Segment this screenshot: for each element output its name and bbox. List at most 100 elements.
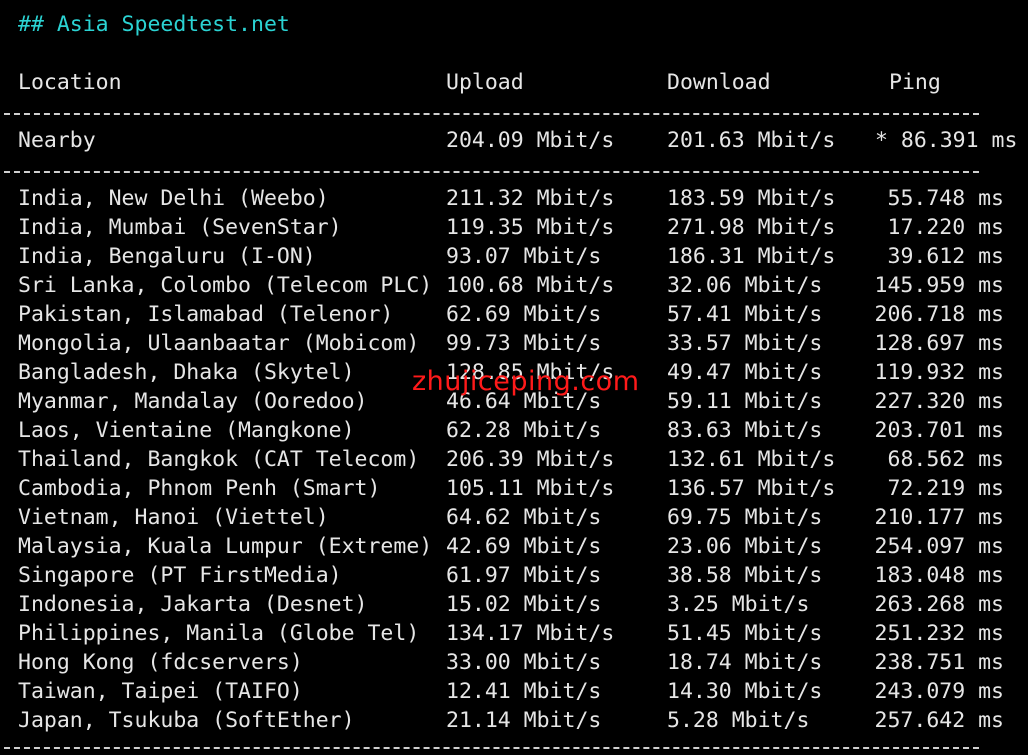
row-download: 183.59 Mbit/s xyxy=(667,186,836,211)
row-download: 23.06 Mbit/s xyxy=(667,534,823,559)
row-ping: 243.079 ms xyxy=(874,679,1004,704)
row-download: 186.31 Mbit/s xyxy=(667,244,836,269)
row-upload: 64.62 Mbit/s xyxy=(446,505,602,530)
row-location: Hong Kong (fdcservers) xyxy=(18,650,303,675)
row-ping: 55.748 ms xyxy=(887,186,1005,211)
column-header-location: Location xyxy=(18,70,122,95)
row-upload: 33.00 Mbit/s xyxy=(446,650,602,675)
row-upload: 134.17 Mbit/s xyxy=(446,621,615,646)
column-header-upload: Upload xyxy=(446,70,524,95)
nearby-location: Nearby xyxy=(18,128,96,153)
row-upload: 42.69 Mbit/s xyxy=(446,534,602,559)
row-location: Pakistan, Islamabad (Telenor) xyxy=(18,302,394,327)
table-row: Indonesia, Jakarta (Desnet) 15.02 Mbit/s 3… xyxy=(0,590,1028,619)
row-upload: 105.11 Mbit/s xyxy=(446,476,615,501)
divider-middle xyxy=(4,171,979,173)
column-header-row: Location Upload Download Ping xyxy=(0,68,1028,97)
table-row: Pakistan, Islamabad (Telenor) 62.69 Mbit/… xyxy=(0,300,1028,329)
nearby-download: 201.63 Mbit/s xyxy=(667,128,836,153)
nearby-upload: 204.09 Mbit/s xyxy=(446,128,615,153)
row-location: India, Mumbai (SevenStar) xyxy=(18,215,342,240)
row-download: 83.63 Mbit/s xyxy=(667,418,823,443)
table-row: Vietnam, Hanoi (Viettel) 64.62 Mbit/s 69.7… xyxy=(0,503,1028,532)
table-row: Singapore (PT FirstMedia) 61.97 Mbit/s 38.… xyxy=(0,561,1028,590)
row-upload: 62.69 Mbit/s xyxy=(446,302,602,327)
table-row: India, Bengaluru (I-ON) 93.07 Mbit/s 186.3… xyxy=(0,242,1028,271)
row-upload: 119.35 Mbit/s xyxy=(446,215,615,240)
row-download: 57.41 Mbit/s xyxy=(667,302,823,327)
row-download: 136.57 Mbit/s xyxy=(667,476,836,501)
row-location: India, New Delhi (Weebo) xyxy=(18,186,329,211)
row-location: Sri Lanka, Colombo (Telecom PLC) xyxy=(18,273,433,298)
row-ping: 227.320 ms xyxy=(874,389,1004,414)
row-ping: 210.177 ms xyxy=(874,505,1004,530)
row-ping: 145.959 ms xyxy=(874,273,1004,298)
row-ping: 206.718 ms xyxy=(874,302,1004,327)
nearby-ping: * 86.391 ms xyxy=(875,128,1018,153)
row-ping: 68.562 ms xyxy=(887,447,1005,472)
row-ping: 72.219 ms xyxy=(887,476,1005,501)
row-location: Mongolia, Ulaanbaatar (Mobicom) xyxy=(18,331,420,356)
row-location: India, Bengaluru (I-ON) xyxy=(18,244,316,269)
row-download: 69.75 Mbit/s xyxy=(667,505,823,530)
row-location: Thailand, Bangkok (CAT Telecom) xyxy=(18,447,420,472)
table-row: Thailand, Bangkok (CAT Telecom) 206.39 Mb… xyxy=(0,445,1028,474)
row-download: 32.06 Mbit/s xyxy=(667,273,823,298)
row-location: Taiwan, Taipei (TAIFO) xyxy=(18,679,303,704)
table-row: Cambodia, Phnom Penh (Smart) 105.11 Mbit/… xyxy=(0,474,1028,503)
table-row: Japan, Tsukuba (SoftEther) 21.14 Mbit/s 5.… xyxy=(0,706,1028,735)
row-upload: 93.07 Mbit/s xyxy=(446,244,602,269)
table-row: Hong Kong (fdcservers) 33.00 Mbit/s 18.74 … xyxy=(0,648,1028,677)
row-upload: 12.41 Mbit/s xyxy=(446,679,602,704)
table-row: India, New Delhi (Weebo) 211.32 Mbit/s 183… xyxy=(0,184,1028,213)
table-row: Taiwan, Taipei (TAIFO) 12.41 Mbit/s 14.30 … xyxy=(0,677,1028,706)
row-upload: 99.73 Mbit/s xyxy=(446,331,602,356)
row-location: Vietnam, Hanoi (Viettel) xyxy=(18,505,329,530)
divider-top xyxy=(4,113,979,115)
row-download: 14.30 Mbit/s xyxy=(667,679,823,704)
column-header-ping: Ping xyxy=(889,70,941,95)
row-download: 271.98 Mbit/s xyxy=(667,215,836,240)
row-ping: 238.751 ms xyxy=(874,650,1004,675)
table-row: Laos, Vientaine (Mangkone) 62.28 Mbit/s 83… xyxy=(0,416,1028,445)
row-location: Bangladesh, Dhaka (Skytel) xyxy=(18,360,355,385)
row-location: Laos, Vientaine (Mangkone) xyxy=(18,418,355,443)
row-location: Indonesia, Jakarta (Desnet) xyxy=(18,592,368,617)
row-location: Myanmar, Mandalay (Ooredoo) xyxy=(18,389,368,414)
row-ping: 128.697 ms xyxy=(874,331,1004,356)
row-download: 59.11 Mbit/s xyxy=(667,389,823,414)
row-upload: 21.14 Mbit/s xyxy=(446,708,602,733)
row-upload: 211.32 Mbit/s xyxy=(446,186,615,211)
row-ping: 263.268 ms xyxy=(874,592,1004,617)
row-ping: 257.642 ms xyxy=(874,708,1004,733)
table-row: Malaysia, Kuala Lumpur (Extreme) 42.69 Mb… xyxy=(0,532,1028,561)
row-upload: 100.68 Mbit/s xyxy=(446,273,615,298)
table-row: Mongolia, Ulaanbaatar (Mobicom) 99.73 Mbi… xyxy=(0,329,1028,358)
row-ping: 251.232 ms xyxy=(874,621,1004,646)
row-ping: 119.932 ms xyxy=(874,360,1004,385)
row-download: 132.61 Mbit/s xyxy=(667,447,836,472)
row-location: Malaysia, Kuala Lumpur (Extreme) xyxy=(18,534,433,559)
table-row: Sri Lanka, Colombo (Telecom PLC) 100.68 M… xyxy=(0,271,1028,300)
nearby-row: Nearby 204.09 Mbit/s 201.63 Mbit/s * 86.… xyxy=(0,126,1028,155)
row-ping: 183.048 ms xyxy=(874,563,1004,588)
row-location: Singapore (PT FirstMedia) xyxy=(18,563,342,588)
row-download: 18.74 Mbit/s xyxy=(667,650,823,675)
row-download: 38.58 Mbit/s xyxy=(667,563,823,588)
row-upload: 206.39 Mbit/s xyxy=(446,447,615,472)
row-location: Philippines, Manila (Globe Tel) xyxy=(18,621,420,646)
row-download: 49.47 Mbit/s xyxy=(667,360,823,385)
row-ping: 254.097 ms xyxy=(874,534,1004,559)
row-upload: 61.97 Mbit/s xyxy=(446,563,602,588)
row-ping: 17.220 ms xyxy=(887,215,1005,240)
terminal-window: ## Asia Speedtest.net Location Upload Do… xyxy=(0,0,1028,755)
row-location: Japan, Tsukuba (SoftEther) xyxy=(18,708,355,733)
row-download: 33.57 Mbit/s xyxy=(667,331,823,356)
table-row: India, Mumbai (SevenStar) 119.35 Mbit/s 27… xyxy=(0,213,1028,242)
divider-bottom xyxy=(4,747,979,749)
row-location: Cambodia, Phnom Penh (Smart) xyxy=(18,476,381,501)
table-row: Philippines, Manila (Globe Tel) 134.17 Mb… xyxy=(0,619,1028,648)
row-download: 5.28 Mbit/s xyxy=(667,708,810,733)
row-ping: 203.701 ms xyxy=(874,418,1004,443)
watermark-text: zhujiceping.com xyxy=(412,366,640,397)
